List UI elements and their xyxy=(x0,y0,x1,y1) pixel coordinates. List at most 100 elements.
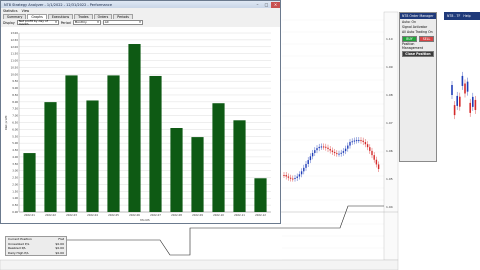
period-select[interactable]: Monthly ▾ xyxy=(72,20,101,25)
display-select[interactable]: Net profit by day of month ▾ xyxy=(16,18,59,26)
candle-body xyxy=(340,152,342,154)
x-tick-label: 2022-02 xyxy=(45,213,56,217)
y-tick-label: 6.50 xyxy=(12,121,18,125)
price-label: 1.05 xyxy=(386,177,393,181)
menu-view[interactable]: View xyxy=(22,9,30,13)
bar xyxy=(23,153,36,212)
minimize-icon[interactable]: – xyxy=(253,2,262,8)
candle-body xyxy=(320,146,323,148)
candle-body xyxy=(347,145,349,149)
x-tick-label: 2022-07 xyxy=(150,213,161,217)
stat-value: $0.00 xyxy=(55,250,64,255)
candle-body xyxy=(316,148,318,151)
candle-body xyxy=(469,102,471,113)
candle-body xyxy=(331,150,334,152)
x-tick-label: 2022-06 xyxy=(129,213,140,217)
x-tick-label: 2022-08 xyxy=(171,213,182,217)
candle-body xyxy=(298,174,301,177)
tab-trades[interactable]: Trades xyxy=(74,14,93,19)
candle-body xyxy=(287,176,290,178)
mode-select[interactable]: All ▾ xyxy=(102,20,143,25)
mode-select-value: All xyxy=(104,20,109,24)
candle-body xyxy=(351,141,353,143)
chart-tab-header: NT8 - TF Help xyxy=(444,12,480,20)
candle-body xyxy=(344,148,347,152)
bar xyxy=(65,75,78,212)
buy-button[interactable]: BUY xyxy=(402,35,417,42)
auto-status-text: Auto: On xyxy=(402,19,417,24)
candle-body xyxy=(366,144,369,148)
y-tick-label: 3.50 xyxy=(12,162,18,166)
x-tick-label: 2022-04 xyxy=(87,213,98,217)
y-tick-label: 2.00 xyxy=(12,182,18,186)
menu-statistics[interactable]: Statistics xyxy=(3,9,18,13)
close-icon[interactable]: × xyxy=(271,1,280,8)
candle-body xyxy=(353,140,356,142)
y-tick-label: 8.50 xyxy=(12,93,18,97)
tab-orders[interactable]: Orders xyxy=(93,14,113,19)
chevron-down-icon: ▾ xyxy=(55,20,57,24)
sell-button[interactable]: SELL xyxy=(419,35,434,42)
candle-body xyxy=(327,147,329,150)
y-tick-label: 11.50 xyxy=(11,52,19,56)
close-position-button[interactable]: Close Position xyxy=(402,50,434,57)
auto-trading-label[interactable]: All Auto Trading On xyxy=(400,29,436,34)
candle-body xyxy=(360,140,362,142)
y-tick-label: 4.00 xyxy=(12,155,18,159)
candle-body xyxy=(292,178,294,180)
y-tick-label: 3.00 xyxy=(12,169,18,173)
candle-body xyxy=(459,96,461,107)
x-tick-label: 2022-05 xyxy=(108,213,119,217)
candle-body xyxy=(464,83,466,94)
y-tick-label: 12.50 xyxy=(11,38,19,42)
y-tick-label: 10.00 xyxy=(11,72,19,76)
bar xyxy=(128,44,141,213)
bar xyxy=(212,103,225,212)
price-label: 1.04 xyxy=(386,205,393,209)
y-tick-label: 2.50 xyxy=(12,176,18,180)
bar xyxy=(44,102,57,212)
y-tick-label: 0.50 xyxy=(12,203,18,207)
bar xyxy=(149,75,162,213)
y-tick-label: 1.50 xyxy=(12,189,18,193)
chevron-down-icon: ▾ xyxy=(97,20,99,24)
period-label: Period xyxy=(60,20,71,25)
tab-periods[interactable]: Periods xyxy=(113,14,133,19)
bar xyxy=(233,120,246,212)
price-label: 1.06 xyxy=(386,149,393,153)
candle-body xyxy=(283,175,285,176)
price-label: 1.07 xyxy=(386,121,393,125)
chart-tab-0[interactable]: NT8 - TF xyxy=(447,13,460,19)
performance-window: NT8 Strategy Analyzer - 1/1/2022 - 12/31… xyxy=(0,0,281,224)
window-title: NT8 Strategy Analyzer - 1/1/2022 - 12/31… xyxy=(4,2,112,7)
y-tick-label: 9.50 xyxy=(12,79,18,83)
candle-body xyxy=(311,152,314,157)
y-tick-label: 8.00 xyxy=(12,100,18,104)
display-select-value: Net profit by day of month xyxy=(18,18,48,26)
candle-body xyxy=(338,153,340,155)
chevron-down-icon: ▾ xyxy=(139,20,141,24)
y-tick-label: 13.00 xyxy=(11,31,19,35)
tab-executions[interactable]: Executions xyxy=(47,14,74,19)
candle-body xyxy=(369,147,371,151)
candle-body xyxy=(375,159,378,165)
stat-row: Daily High P/L $0.00 xyxy=(6,251,66,256)
window-titlebar[interactable]: NT8 Strategy Analyzer - 1/1/2022 - 12/31… xyxy=(1,1,280,8)
bar xyxy=(170,128,183,212)
chart-tab-1[interactable]: Help xyxy=(463,13,470,19)
price-axis xyxy=(383,11,399,261)
y-tick-label: 6.00 xyxy=(12,127,18,131)
x-tick-label: 2022-03 xyxy=(66,213,77,217)
maximize-icon[interactable]: □ xyxy=(262,2,271,8)
candle-body xyxy=(466,81,469,92)
mgmt-title: Position Management xyxy=(402,42,423,50)
candle-body xyxy=(303,167,305,172)
candle-body xyxy=(453,105,456,116)
graph-filters: Display Net profit by day of month ▾ Per… xyxy=(1,19,280,26)
candle-body xyxy=(289,177,292,179)
x-tick-label: 2022-10 xyxy=(213,213,224,217)
x-tick-label: 2022-12 xyxy=(255,213,266,217)
order-manager-panel: NT8 Order Manager Auto: On Signal Activa… xyxy=(399,12,437,162)
candle-body xyxy=(294,177,296,179)
x-tick-label: 2022-11 xyxy=(234,213,245,217)
